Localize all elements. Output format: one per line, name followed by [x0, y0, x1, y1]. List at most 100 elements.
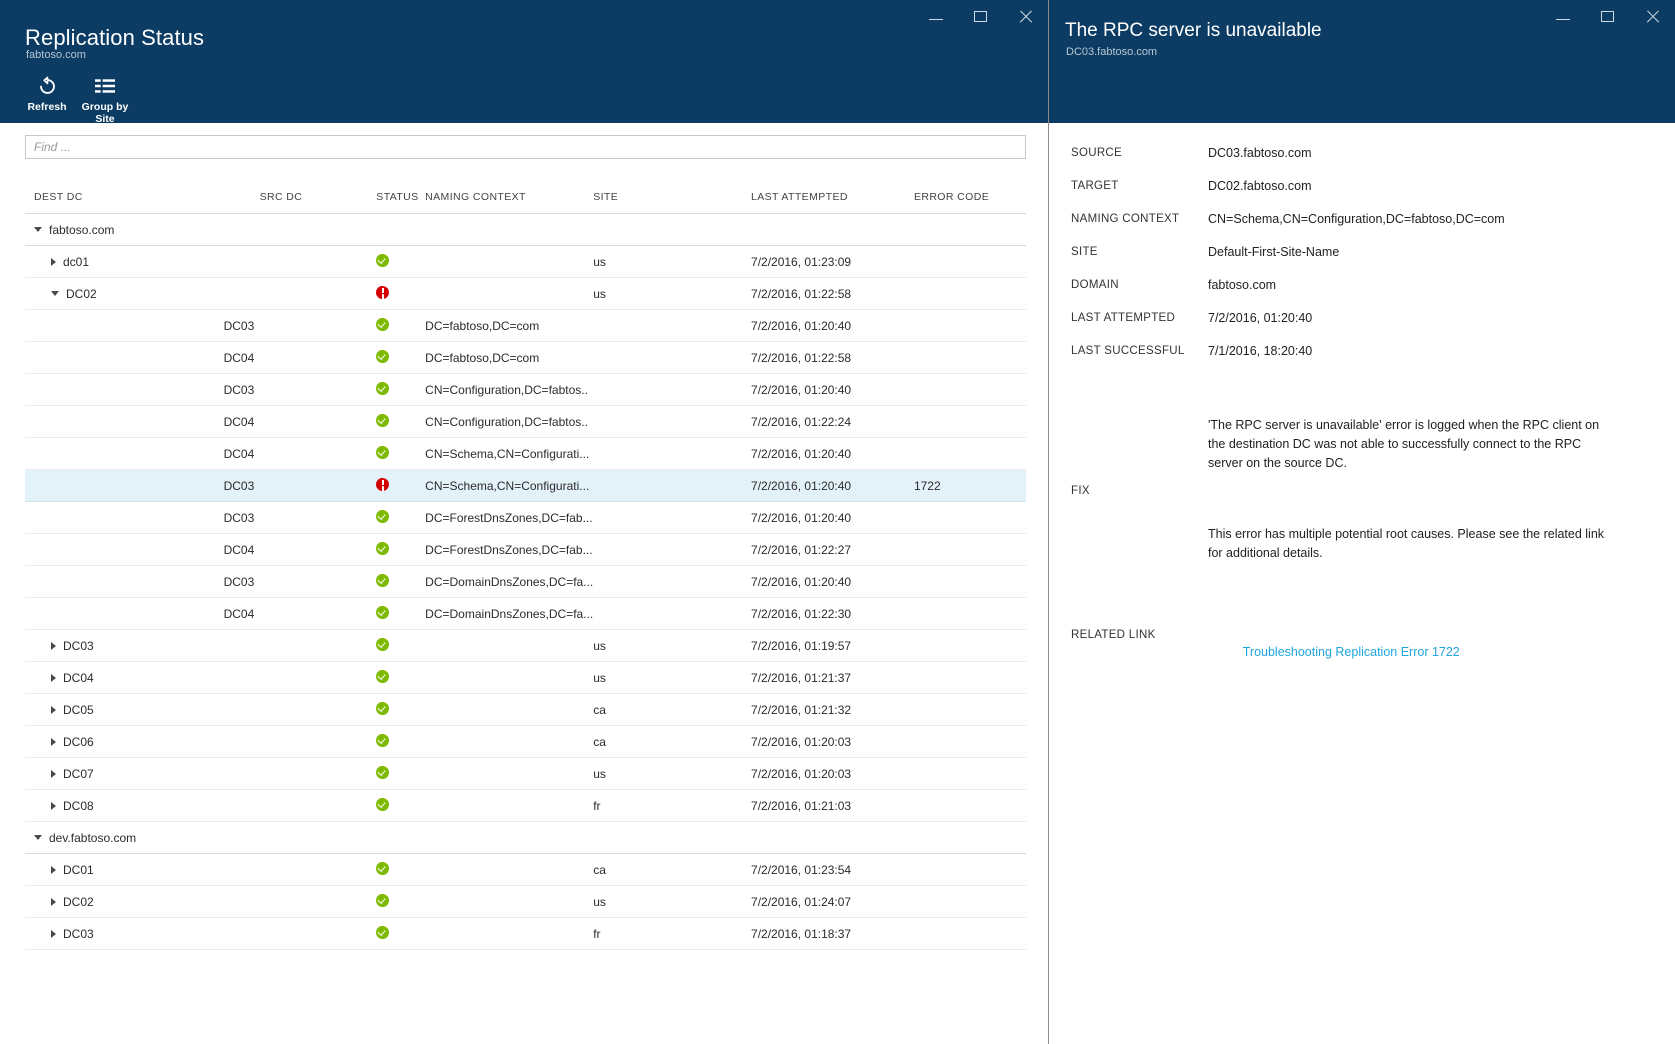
cell-last-attempted: 7/2/2016, 01:20:40	[751, 373, 914, 406]
fix-paragraph-1: 'The RPC server is unavailable' error is…	[1208, 418, 1603, 470]
chevron-right-icon[interactable]	[51, 865, 56, 874]
chevron-right-icon[interactable]	[51, 673, 56, 682]
minimize-icon	[928, 19, 943, 20]
status-success-icon	[376, 733, 390, 747]
chevron-right-icon[interactable]	[51, 641, 56, 650]
cell-last-attempted: 7/2/2016, 01:22:58	[751, 277, 914, 310]
cell-last-attempted: 7/2/2016, 01:21:03	[751, 789, 914, 822]
detail-close-button[interactable]	[1630, 0, 1675, 32]
column-header-site[interactable]: SITE	[593, 167, 752, 214]
maximize-icon	[974, 10, 987, 22]
table-row[interactable]: DC06 ca 7/2/2016, 01:20:03	[25, 725, 1026, 758]
column-header-status[interactable]: STATUS	[376, 167, 426, 214]
detail-label-fix: FIX	[1071, 484, 1090, 497]
table-row[interactable]: DC04 DC=fabtoso,DC=com 7/2/2016, 01:22:58	[25, 341, 1026, 374]
cell-naming-context: DC=fabtoso,DC=com	[425, 309, 594, 342]
group-by-site-button[interactable]: Group by Site	[76, 70, 134, 125]
detail-field-value: CN=Schema,CN=Configuration,DC=fabtoso,DC…	[1208, 212, 1505, 226]
table-row[interactable]: DC04 us 7/2/2016, 01:21:37	[25, 661, 1026, 694]
search-input[interactable]	[25, 135, 1026, 159]
column-header-last-attempted[interactable]: LAST ATTEMPTED	[751, 167, 914, 214]
table-row[interactable]: DC04 CN=Configuration,DC=fabtos.. 7/2/2016…	[25, 405, 1026, 438]
right-window-controls	[1540, 0, 1675, 32]
detail-field-value: fabtoso.com	[1208, 278, 1277, 292]
chevron-right-icon[interactable]	[51, 769, 56, 778]
table-row[interactable]: DC03 DC=DomainDnsZones,DC=fa... 7/2/2016, …	[25, 565, 1026, 598]
table-row[interactable]: DC03 fr 7/2/2016, 01:18:37	[25, 917, 1026, 950]
status-success-icon	[376, 413, 390, 427]
cell-last-attempted: 7/2/2016, 01:24:07	[751, 885, 914, 918]
cell-error-code	[913, 245, 1026, 278]
column-header-naming-context[interactable]: NAMING CONTEXT	[425, 167, 594, 214]
table-row[interactable]: DC04 DC=ForestDnsZones,DC=fab... 7/2/2016,…	[25, 533, 1026, 566]
table-row[interactable]: DC07 us 7/2/2016, 01:20:03	[25, 757, 1026, 790]
table-group-row[interactable]: dev.fabtoso.com	[25, 821, 1026, 854]
detail-value-related-link: Troubleshooting Replication Error 1722	[1208, 627, 1460, 678]
refresh-button[interactable]: Refresh	[18, 70, 76, 113]
chevron-right-icon[interactable]	[51, 801, 56, 810]
detail-field-label: SITE	[1071, 246, 1098, 258]
cell-error-code	[913, 629, 1026, 662]
cell-dest-dc: DC02	[25, 885, 224, 918]
chevron-right-icon[interactable]	[51, 929, 56, 938]
detail-label-related-link: RELATED LINK	[1071, 629, 1156, 641]
table-group-row[interactable]: fabtoso.com	[25, 213, 1026, 246]
cell-src-dc	[223, 245, 377, 278]
table-header: DEST DC SRC DC STATUS NAMING CONTEXT SIT…	[25, 167, 1026, 214]
detail-minimize-button[interactable]	[1540, 0, 1585, 32]
close-button[interactable]	[1003, 0, 1048, 32]
detail-subtitle: DC03.fabtoso.com	[1066, 46, 1158, 58]
table-row[interactable]: DC04 CN=Schema,CN=Configurati... 7/2/2016,…	[25, 437, 1026, 470]
dest-dc-label: DC04	[63, 670, 94, 685]
chevron-right-icon[interactable]	[51, 737, 56, 746]
cell-error-code	[913, 757, 1026, 790]
table-row[interactable]: dc01 us 7/2/2016, 01:23:09	[25, 245, 1026, 278]
chevron-right-icon[interactable]	[51, 897, 56, 906]
cell-status	[376, 885, 426, 918]
table-row[interactable]: DC03 DC=ForestDnsZones,DC=fab... 7/2/2016,…	[25, 501, 1026, 534]
cell-src-dc: DC04	[223, 405, 377, 438]
detail-maximize-button[interactable]	[1585, 0, 1630, 32]
detail-field-value: DC03.fabtoso.com	[1208, 146, 1312, 160]
cell-naming-context	[425, 821, 594, 854]
chevron-right-icon[interactable]	[51, 257, 56, 266]
column-header-src-dc[interactable]: SRC DC	[223, 167, 377, 214]
cell-status	[376, 277, 426, 310]
column-header-error-code[interactable]: ERROR CODE	[913, 167, 1026, 214]
cell-last-attempted: 7/2/2016, 01:21:32	[751, 693, 914, 726]
cell-site	[593, 405, 752, 438]
table-header-row: DEST DC SRC DC STATUS NAMING CONTEXT SIT…	[25, 167, 1026, 214]
cell-status	[376, 245, 426, 278]
table-row[interactable]: DC03 CN=Configuration,DC=fabtos.. 7/2/2016…	[25, 373, 1026, 406]
table-row[interactable]: DC03 CN=Schema,CN=Configurati... 7/2/2016,…	[25, 469, 1026, 502]
cell-src-dc: DC03	[223, 565, 377, 598]
cell-naming-context: DC=DomainDnsZones,DC=fa...	[425, 565, 594, 598]
status-success-icon	[376, 637, 390, 651]
chevron-down-icon[interactable]	[51, 291, 59, 296]
table-body: fabtoso.com dc01 us 7/2/2016, 01:23:09 DC02 u…	[25, 213, 1026, 950]
chevron-down-icon[interactable]	[34, 227, 42, 232]
table-row[interactable]: DC02 us 7/2/2016, 01:24:07	[25, 885, 1026, 918]
chevron-right-icon[interactable]	[51, 705, 56, 714]
cell-last-attempted: 7/2/2016, 01:20:40	[751, 469, 914, 502]
chevron-down-icon[interactable]	[34, 835, 42, 840]
maximize-button[interactable]	[958, 0, 1003, 32]
table-row[interactable]: DC03 us 7/2/2016, 01:19:57	[25, 629, 1026, 662]
table-row[interactable]: DC04 DC=DomainDnsZones,DC=fa... 7/2/2016, …	[25, 597, 1026, 630]
related-link[interactable]: Troubleshooting Replication Error 1722	[1243, 645, 1460, 659]
column-header-dest-dc[interactable]: DEST DC	[25, 167, 224, 214]
cell-status	[376, 661, 426, 694]
replication-table-container[interactable]: DEST DC SRC DC STATUS NAMING CONTEXT SIT…	[0, 167, 1048, 1044]
minimize-button[interactable]	[913, 0, 958, 32]
table-row[interactable]: DC05 ca 7/2/2016, 01:21:32	[25, 693, 1026, 726]
table-row[interactable]: DC03 DC=fabtoso,DC=com 7/2/2016, 01:20:40	[25, 309, 1026, 342]
cell-src-dc	[223, 757, 377, 790]
table-row[interactable]: DC02 us 7/2/2016, 01:22:58	[25, 277, 1026, 310]
cell-dest-dc: DC03	[25, 917, 224, 950]
table-row[interactable]: DC08 fr 7/2/2016, 01:21:03	[25, 789, 1026, 822]
detail-field-value: 7/2/2016, 01:20:40	[1208, 311, 1313, 325]
cell-src-dc	[223, 853, 377, 886]
cell-src-dc: DC03	[223, 501, 377, 534]
table-row[interactable]: DC01 ca 7/2/2016, 01:23:54	[25, 853, 1026, 886]
status-success-icon	[376, 669, 390, 683]
